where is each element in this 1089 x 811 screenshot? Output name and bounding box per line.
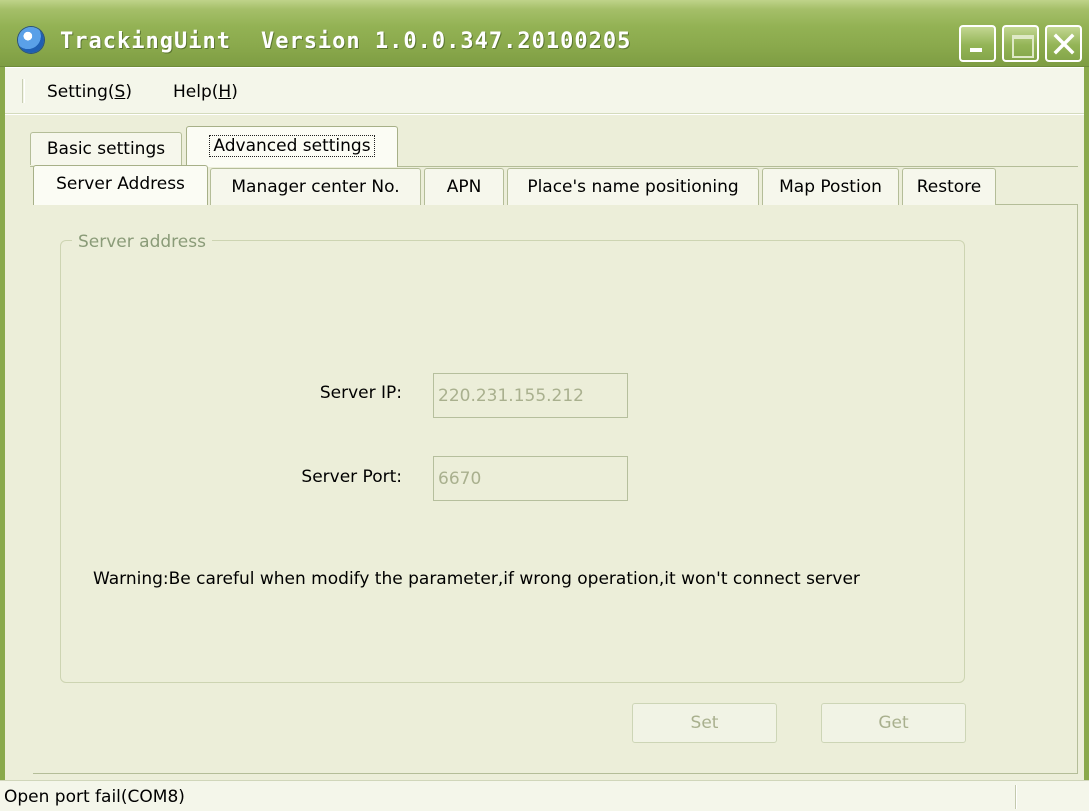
tab-manager-center-label: Manager center No. [231, 177, 400, 197]
menu-help-suffix: ) [231, 82, 238, 102]
tab-map-position-label: Map Postion [779, 177, 882, 197]
inner-tab-divider [996, 204, 1078, 205]
window-frame-right [1084, 67, 1089, 811]
tab-basic-settings-label: Basic settings [46, 139, 166, 159]
status-bar: Open port fail(COM8) [0, 780, 1089, 811]
title-bar[interactable]: TrackingUint Version 1.0.0.347.20100205 [0, 0, 1089, 67]
tab-map-position[interactable]: Map Postion [762, 168, 899, 205]
status-separator [1015, 785, 1017, 809]
tab-server-address-label: Server Address [56, 174, 185, 194]
tab-place-name-label: Place's name positioning [527, 177, 739, 197]
globe-icon [18, 27, 44, 53]
close-button[interactable] [1045, 25, 1082, 62]
menu-help-label: Help( [173, 82, 219, 102]
server-port-label: Server Port: [301, 467, 402, 487]
tab-restore-label: Restore [916, 177, 982, 197]
set-button[interactable]: Set [632, 703, 777, 743]
tab-place-name-positioning[interactable]: Place's name positioning [507, 168, 759, 205]
group-title: Server address [72, 231, 212, 253]
menu-setting-label: Setting( [47, 82, 115, 102]
maximize-button[interactable] [1002, 25, 1039, 62]
menu-setting[interactable]: Setting(S) [47, 81, 132, 103]
tab-manager-center[interactable]: Manager center No. [210, 168, 421, 205]
status-text: Open port fail(COM8) [4, 787, 185, 807]
tab-restore[interactable]: Restore [902, 168, 996, 205]
tab-basic-settings[interactable]: Basic settings [30, 132, 182, 165]
server-ip-label: Server IP: [319, 383, 402, 403]
close-icon [1053, 33, 1075, 55]
tab-apn-label: APN [446, 177, 482, 197]
tab-advanced-settings[interactable]: Advanced settings [186, 126, 398, 167]
get-button[interactable]: Get [821, 703, 966, 743]
minimize-button[interactable] [959, 25, 996, 62]
tab-server-address[interactable]: Server Address [33, 165, 208, 205]
menu-setting-mnemonic: S [114, 82, 126, 102]
menu-help[interactable]: Help(H) [173, 81, 238, 103]
server-ip-input[interactable] [433, 373, 628, 418]
tab-advanced-settings-label: Advanced settings [209, 135, 375, 157]
menu-grip [22, 79, 25, 103]
menu-setting-suffix: ) [125, 82, 132, 102]
server-port-input[interactable] [433, 456, 628, 501]
tab-apn[interactable]: APN [424, 168, 504, 205]
warning-text: Warning:Be careful when modify the param… [93, 569, 860, 589]
menu-bar: Setting(S) Help(H) [5, 68, 1084, 114]
app-name: TrackingUint [60, 29, 231, 54]
window-title: TrackingUint Version 1.0.0.347.20100205 [60, 27, 631, 57]
app-version: Version 1.0.0.347.20100205 [260, 29, 632, 54]
menu-help-mnemonic: H [218, 82, 232, 102]
